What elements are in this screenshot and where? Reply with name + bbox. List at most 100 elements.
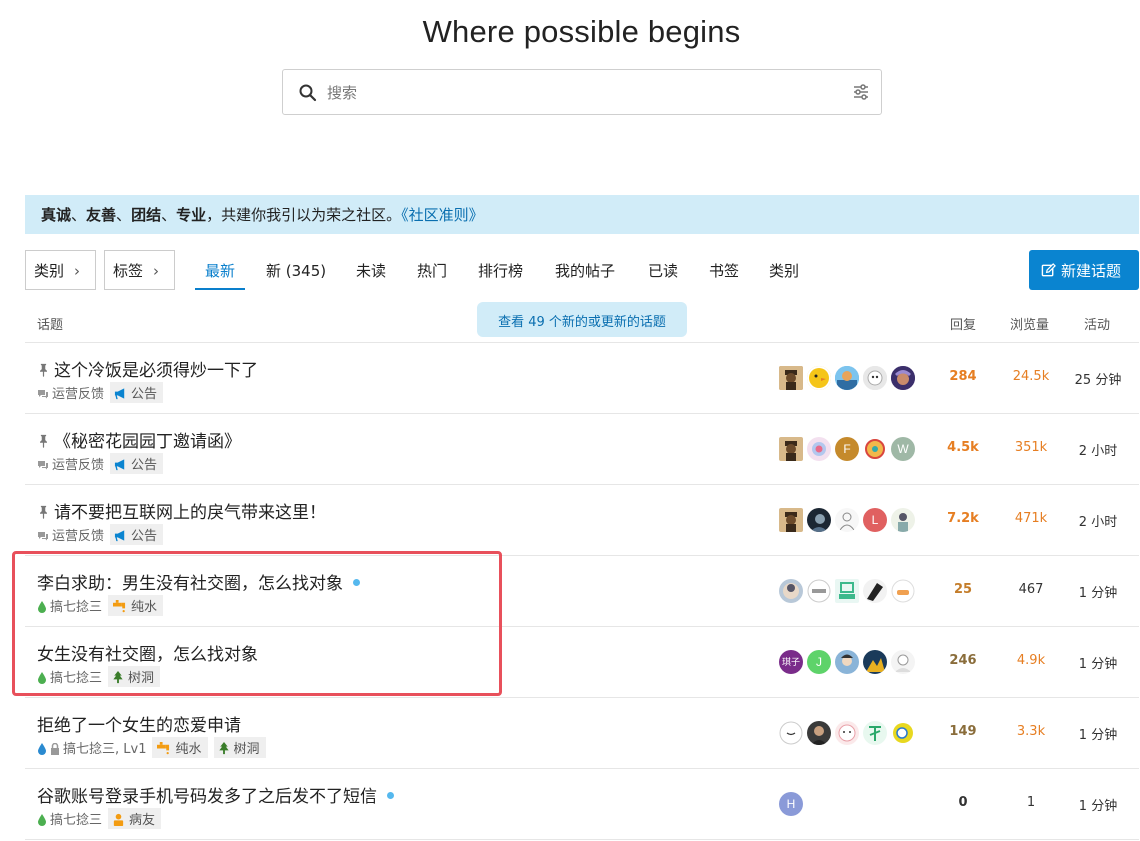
banner-text: ，共建你我引以为荣之社区。 bbox=[206, 206, 402, 224]
avatar[interactable] bbox=[779, 508, 803, 532]
topic-activity[interactable]: 1 分钟 bbox=[1065, 582, 1131, 601]
tab-new[interactable]: 新 (345) bbox=[266, 250, 326, 290]
topic-row[interactable]: 请不要把互联网上的戾气带来这里！ 运营反馈 公告 L 7.2k 471k 2 小时 bbox=[25, 485, 1139, 556]
avatar[interactable] bbox=[863, 721, 887, 745]
topic-activity[interactable]: 2 小时 bbox=[1065, 440, 1131, 459]
guidelines-link[interactable]: 《社区准则》 bbox=[401, 206, 484, 224]
topic-title[interactable]: 拒绝了一个女生的恋爱申请 bbox=[37, 716, 241, 736]
topic-tag[interactable]: 树洞 bbox=[213, 737, 266, 758]
avatar[interactable]: L bbox=[863, 508, 887, 532]
topic-category[interactable]: 搞七捻三, Lv1 bbox=[63, 742, 146, 757]
avatar[interactable] bbox=[807, 437, 831, 461]
topic-replies[interactable]: 25 bbox=[925, 582, 1001, 597]
topic-row[interactable]: 李白求助：男生没有社交圈，怎么找对象 搞七捻三 纯水 25 467 1 分钟 bbox=[25, 556, 1139, 627]
topic-replies[interactable]: 7.2k bbox=[925, 511, 1001, 526]
topic-replies[interactable]: 4.5k bbox=[925, 440, 1001, 455]
show-new-topics-button[interactable]: 查看 49 个新的或更新的话题 bbox=[477, 302, 687, 337]
avatar[interactable] bbox=[807, 366, 831, 390]
tags-dropdown[interactable]: 标签 › bbox=[104, 250, 175, 290]
avatar[interactable] bbox=[863, 366, 887, 390]
topic-title[interactable]: 女生没有社交圈，怎么找对象 bbox=[37, 645, 258, 665]
avatar[interactable] bbox=[835, 721, 859, 745]
avatar[interactable] bbox=[863, 437, 887, 461]
topic-row[interactable]: 女生没有社交圈，怎么找对象 搞七捻三 树洞 琪子 J 246 4.9k 1 分钟 bbox=[25, 627, 1139, 698]
topic-views: 24.5k bbox=[1012, 369, 1050, 384]
topic-replies[interactable]: 149 bbox=[925, 724, 1001, 739]
avatar[interactable]: W bbox=[891, 437, 915, 461]
topic-tag[interactable]: 纯水 bbox=[108, 595, 164, 616]
topic-activity[interactable]: 2 小时 bbox=[1065, 511, 1131, 530]
tab-leaderboard[interactable]: 排行榜 bbox=[478, 250, 523, 290]
avatar[interactable]: 琪子 bbox=[779, 650, 803, 674]
avatar[interactable] bbox=[863, 650, 887, 674]
topic-category[interactable]: 搞七捻三 bbox=[50, 813, 102, 828]
avatar[interactable] bbox=[891, 579, 915, 603]
topic-replies[interactable]: 246 bbox=[925, 653, 1001, 668]
topic-category[interactable]: 搞七捻三 bbox=[50, 671, 102, 686]
search-input[interactable]: 搜索 bbox=[327, 82, 357, 103]
tab-read[interactable]: 已读 bbox=[648, 250, 678, 290]
tab-latest[interactable]: 最新 bbox=[195, 250, 246, 290]
topic-activity[interactable]: 25 分钟 bbox=[1065, 369, 1131, 388]
avatar[interactable]: J bbox=[807, 650, 831, 674]
topic-row[interactable]: 拒绝了一个女生的恋爱申请 搞七捻三, Lv1 纯水 树洞 149 3.3k 1 分钟 bbox=[25, 698, 1139, 769]
tab-bookmarks[interactable]: 书签 bbox=[709, 250, 739, 290]
avatar[interactable] bbox=[835, 650, 859, 674]
topic-activity[interactable]: 1 分钟 bbox=[1065, 653, 1131, 672]
header-replies[interactable]: 回复 bbox=[950, 314, 976, 333]
avatar[interactable] bbox=[835, 508, 859, 532]
topic-tag[interactable]: 树洞 bbox=[108, 666, 161, 687]
topic-tag[interactable]: 病友 bbox=[108, 808, 162, 829]
topic-tag[interactable]: 公告 bbox=[110, 453, 164, 474]
topic-tag[interactable]: 公告 bbox=[110, 382, 164, 403]
tab-my-posts[interactable]: 我的帖子 bbox=[555, 250, 615, 290]
topic-row[interactable]: 谷歌账号登录手机号码发多了之后发不了短信 搞七捻三 病友 H 0 1 1 分钟 bbox=[25, 769, 1139, 840]
topic-title[interactable]: 谷歌账号登录手机号码发多了之后发不了短信 bbox=[37, 787, 377, 807]
avatar[interactable] bbox=[779, 579, 803, 603]
topic-category[interactable]: 运营反馈 bbox=[52, 529, 104, 544]
avatar[interactable]: H bbox=[779, 792, 803, 816]
topic-category[interactable]: 运营反馈 bbox=[52, 387, 104, 402]
avatar-letter: L bbox=[871, 513, 879, 527]
avatar[interactable] bbox=[863, 579, 887, 603]
topic-row[interactable]: 这个冷饭是必须得炒一下了 运营反馈 公告 284 24.5k 25 分钟 bbox=[25, 343, 1139, 414]
topic-activity[interactable]: 1 分钟 bbox=[1065, 724, 1131, 743]
avatar[interactable] bbox=[835, 579, 859, 603]
topic-category[interactable]: 搞七捻三 bbox=[50, 600, 102, 615]
new-topic-button[interactable]: 新建话题 bbox=[1029, 250, 1139, 290]
search-bar[interactable]: 搜索 bbox=[282, 69, 882, 115]
banner-value-1: 真诚 bbox=[41, 206, 72, 224]
topic-title[interactable]: 请不要把互联网上的戾气带来这里！ bbox=[54, 503, 326, 523]
tab-unread[interactable]: 未读 bbox=[356, 250, 386, 290]
topic-tag[interactable]: 纯水 bbox=[152, 737, 208, 758]
avatar[interactable] bbox=[891, 650, 915, 674]
avatar[interactable] bbox=[779, 366, 803, 390]
topic-tag[interactable]: 公告 bbox=[110, 524, 164, 545]
avatar[interactable]: F bbox=[835, 437, 859, 461]
avatar[interactable] bbox=[891, 508, 915, 532]
avatar[interactable] bbox=[779, 721, 803, 745]
categories-dropdown[interactable]: 类别 › bbox=[25, 250, 96, 290]
topic-title[interactable]: 李白求助：男生没有社交圈，怎么找对象 bbox=[37, 574, 343, 594]
topic-title[interactable]: 《秘密花园园丁邀请函》 bbox=[54, 432, 241, 452]
avatar[interactable] bbox=[891, 366, 915, 390]
tab-categories[interactable]: 类别 bbox=[769, 250, 799, 290]
avatar[interactable] bbox=[835, 366, 859, 390]
topic-title[interactable]: 这个冷饭是必须得炒一下了 bbox=[54, 361, 258, 381]
topic-row[interactable]: 《秘密花园园丁邀请函》 运营反馈 公告 F W 4.5k 351k 2 小时 bbox=[25, 414, 1139, 485]
avatar[interactable] bbox=[807, 508, 831, 532]
header-topic[interactable]: 话题 bbox=[37, 314, 63, 333]
topic-tag-label: 树洞 bbox=[128, 671, 155, 686]
avatar[interactable] bbox=[779, 437, 803, 461]
avatar[interactable] bbox=[807, 579, 831, 603]
avatar[interactable] bbox=[891, 721, 915, 745]
sliders-icon[interactable] bbox=[851, 82, 871, 102]
topic-replies[interactable]: 284 bbox=[925, 369, 1001, 384]
header-activity[interactable]: 活动 bbox=[1084, 314, 1110, 333]
avatar[interactable] bbox=[807, 721, 831, 745]
tab-hot[interactable]: 热门 bbox=[417, 250, 447, 290]
topic-category[interactable]: 运营反馈 bbox=[52, 458, 104, 473]
header-views[interactable]: 浏览量 bbox=[1010, 314, 1049, 333]
topic-activity[interactable]: 1 分钟 bbox=[1065, 795, 1131, 814]
topic-replies[interactable]: 0 bbox=[925, 795, 1001, 810]
